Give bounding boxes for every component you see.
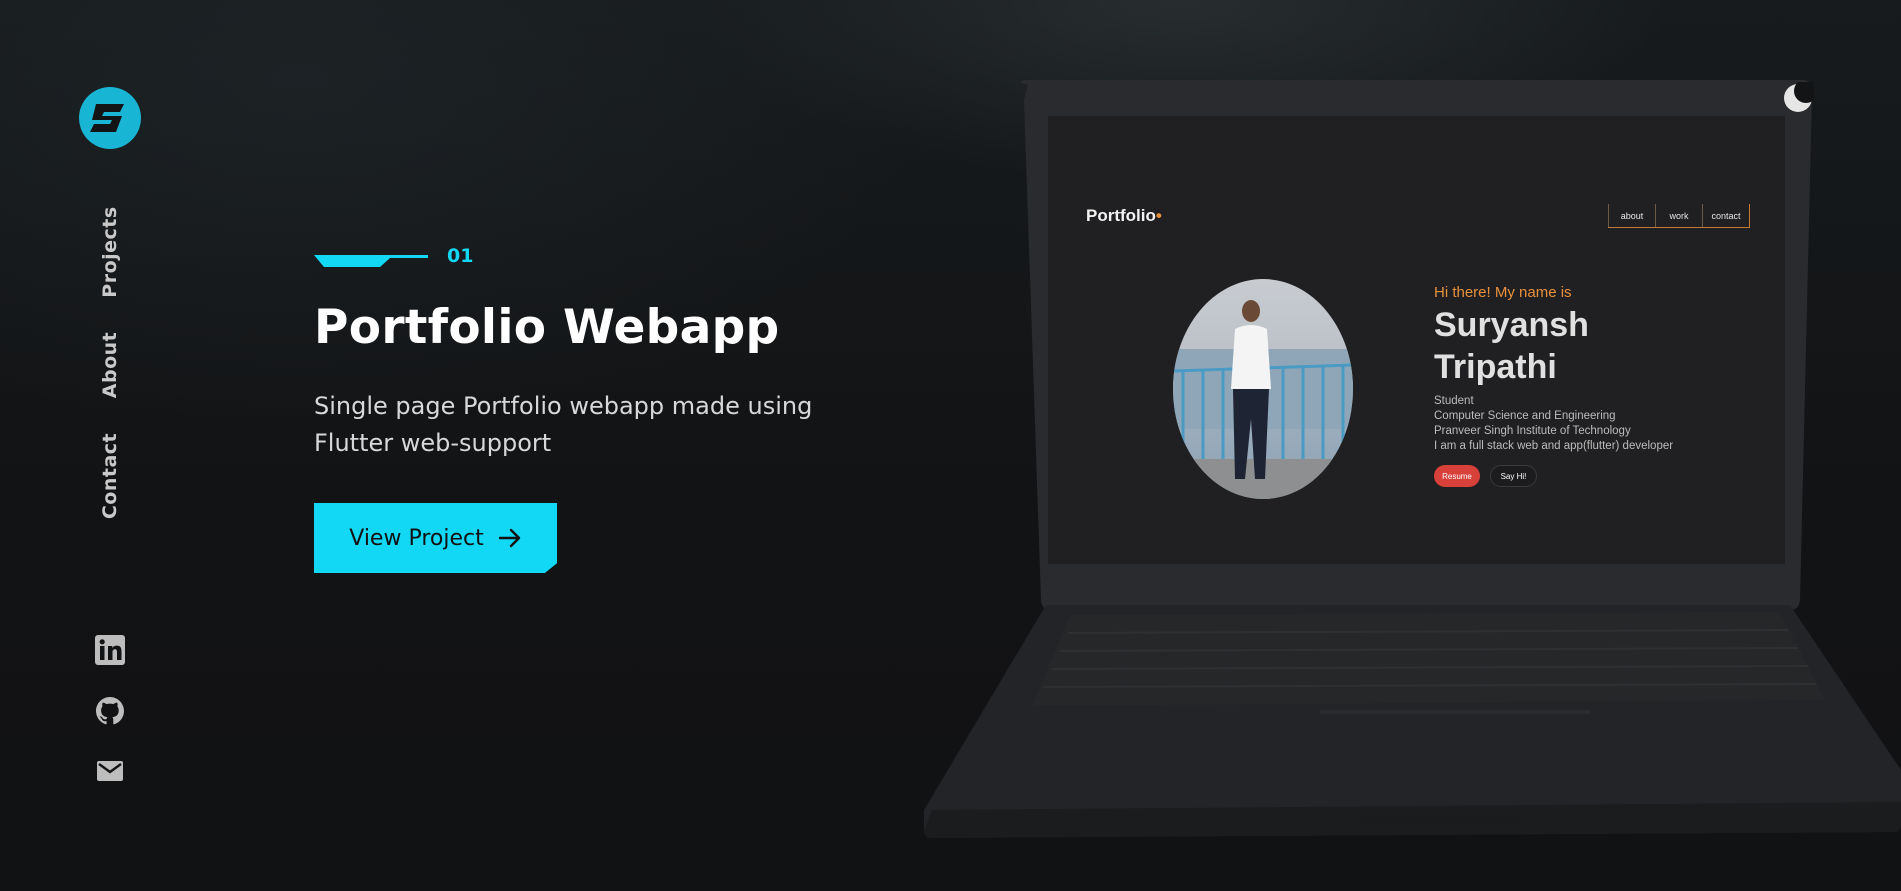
s-logo[interactable] (78, 86, 142, 150)
project-index: 01 (447, 245, 474, 267)
resume-button[interactable]: Resume (1434, 465, 1480, 487)
preview-line: Student (1434, 395, 1474, 407)
linkedin-icon[interactable] (94, 634, 126, 666)
preview-brand-dot: • (1155, 206, 1162, 225)
profile-photo (1173, 279, 1353, 499)
preview-name-line2: Tripathi (1434, 348, 1557, 386)
page-title: Portfolio Webapp (314, 300, 780, 355)
moon-icon[interactable] (1782, 82, 1814, 114)
preview-nav: about work contact (1608, 204, 1750, 228)
nav-contact[interactable]: Contact (99, 433, 121, 519)
preview-name-line1: Suryansh (1434, 306, 1589, 344)
preview-nav-about[interactable]: about (1608, 204, 1655, 227)
preview-nav-contact[interactable]: contact (1702, 204, 1749, 227)
preview-nav-work[interactable]: work (1655, 204, 1702, 227)
mail-icon[interactable] (94, 755, 126, 787)
laptop-screen: Portfolio• about work contact Hi there! … (1048, 116, 1785, 564)
accent-bar (314, 255, 428, 267)
preview-name: Suryansh Tripathi (1434, 304, 1589, 388)
preview-line: I am a full stack web and app(flutter) d… (1434, 440, 1674, 452)
preview-brand: Portfolio• (1086, 206, 1162, 226)
view-project-button[interactable]: View Project (314, 503, 557, 573)
github-icon[interactable] (94, 695, 126, 727)
view-project-label: View Project (349, 525, 484, 551)
preview-line: Pranveer Singh Institute of Technology (1434, 425, 1631, 437)
preview-brand-text: Portfolio (1086, 206, 1156, 225)
arrow-right-icon (498, 528, 520, 548)
preview-greeting: Hi there! My name is (1434, 284, 1572, 301)
nav-projects[interactable]: Projects (99, 206, 121, 297)
say-hi-button[interactable]: Say Hi! (1490, 465, 1537, 487)
nav-about[interactable]: About (99, 332, 121, 398)
project-description: Single page Portfolio webapp made using … (314, 392, 813, 457)
preview-line: Computer Science and Engineering (1434, 410, 1616, 422)
